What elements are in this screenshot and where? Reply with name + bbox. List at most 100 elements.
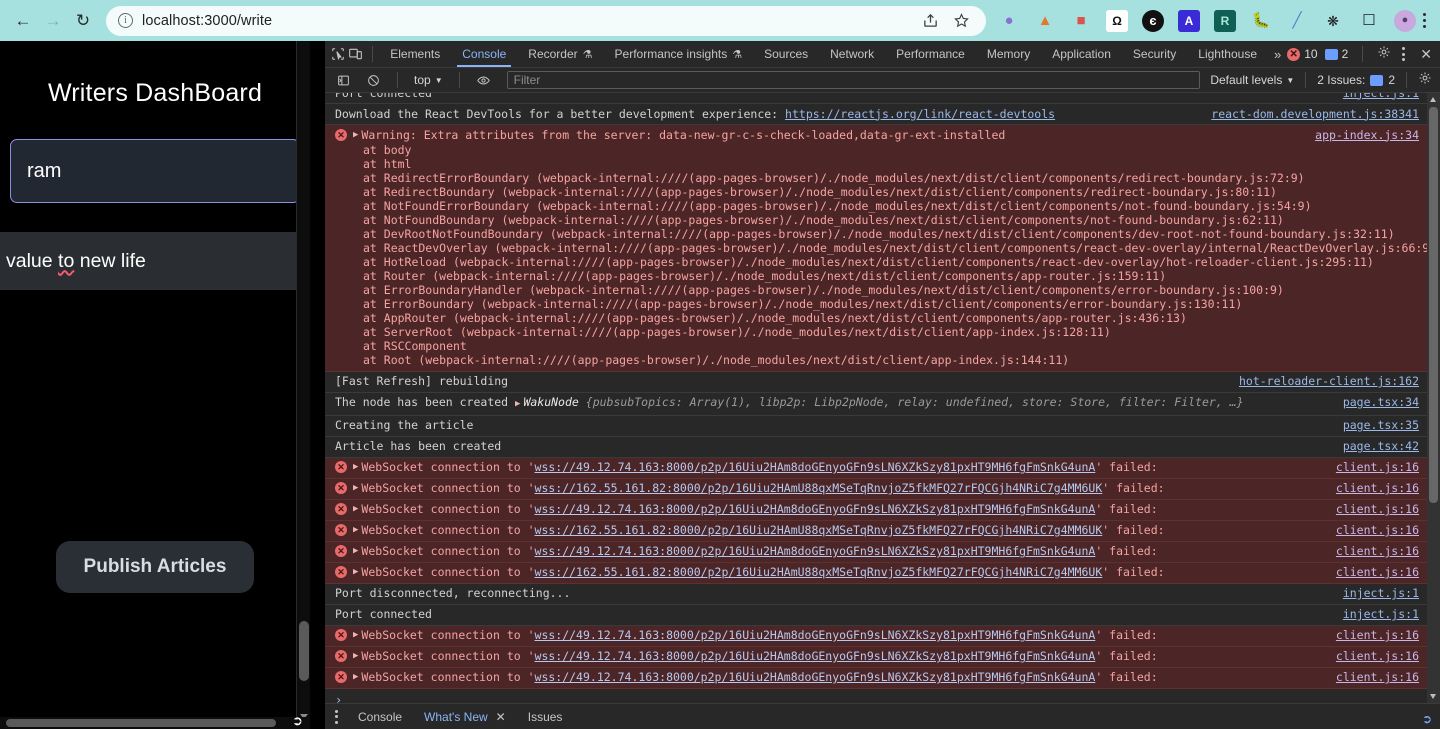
console-source-link[interactable]: hot-reloader-client.js:162 <box>1239 374 1419 389</box>
device-toolbar-icon[interactable] <box>347 42 365 66</box>
console-row[interactable]: Download the React DevTools for a better… <box>325 104 1427 125</box>
websocket-url[interactable]: wss://49.12.74.163:8000/p2p/16Uiu2HAm8do… <box>535 544 1096 558</box>
console-scrollbar[interactable] <box>1427 93 1440 703</box>
console-source-link[interactable]: client.js:16 <box>1336 565 1419 580</box>
console-row-error[interactable]: ✕ ▶ WebSocket connection to 'wss://162.5… <box>325 520 1427 542</box>
expand-triangle-icon[interactable]: ▶ <box>353 502 358 517</box>
tab-memory[interactable]: Memory <box>976 41 1041 67</box>
tab-performance[interactable]: Performance <box>885 41 976 67</box>
expand-triangle-icon[interactable]: ▶ <box>353 544 358 559</box>
error-count-badge[interactable]: ✕ 10 <box>1287 47 1318 61</box>
context-selector[interactable]: top ▼ <box>409 73 448 87</box>
extension-adblock-icon[interactable]: є <box>1142 9 1164 32</box>
console-source-link[interactable]: client.js:16 <box>1336 502 1419 517</box>
extension-bug-icon[interactable]: 🐛 <box>1250 10 1272 32</box>
expand-triangle-icon[interactable]: ▶ <box>515 399 520 409</box>
expand-triangle-icon[interactable]: ▶ <box>353 128 358 143</box>
console-source-link[interactable]: inject.js:1 <box>1343 607 1419 622</box>
console-row[interactable]: [Fast Refresh] rebuilding hot-reloader-c… <box>325 372 1427 393</box>
console-row[interactable]: Port disconnected, reconnecting... injec… <box>325 584 1427 605</box>
tab-elements[interactable]: Elements <box>379 41 451 67</box>
console-row-error[interactable]: ✕ ▶ WebSocket connection to 'wss://49.12… <box>325 541 1427 563</box>
console-row-error[interactable]: ✕ ▶ WebSocket connection to 'wss://49.12… <box>325 667 1427 689</box>
console-source-link[interactable]: app-index.js:34 <box>1315 128 1419 143</box>
expand-triangle-icon[interactable]: ▶ <box>353 460 358 475</box>
issues-indicator[interactable]: 2 Issues: 2 <box>1317 73 1395 87</box>
extension-eyedropper-icon[interactable]: ╱ <box>1286 10 1308 32</box>
article-body-editor[interactable]: value to new life <box>0 232 310 290</box>
websocket-url[interactable]: wss://162.55.161.82:8000/p2p/16Uiu2HAmU8… <box>535 565 1103 579</box>
tab-sources[interactable]: Sources <box>753 41 819 67</box>
console-source-link[interactable]: client.js:16 <box>1336 544 1419 559</box>
websocket-url[interactable]: wss://49.12.74.163:8000/p2p/16Uiu2HAm8do… <box>535 502 1096 516</box>
clear-console-icon[interactable] <box>360 68 386 92</box>
expand-triangle-icon[interactable]: ▶ <box>353 523 358 538</box>
console-row-error[interactable]: ✕ ▶ WebSocket connection to 'wss://49.12… <box>325 625 1427 647</box>
article-title-input[interactable]: ram <box>10 139 300 203</box>
console-source-link[interactable]: page.tsx:42 <box>1343 439 1419 454</box>
reload-button[interactable]: ↻ <box>68 6 98 36</box>
console-sidebar-icon[interactable] <box>330 68 356 92</box>
console-source-link[interactable]: client.js:16 <box>1336 481 1419 496</box>
drawer-tab-issues[interactable]: Issues <box>518 710 573 724</box>
websocket-url[interactable]: wss://162.55.161.82:8000/p2p/16Uiu2HAmU8… <box>535 481 1103 495</box>
expand-triangle-icon[interactable]: ▶ <box>353 649 358 664</box>
back-button[interactable]: ← <box>8 6 38 36</box>
page-vertical-scrollbar[interactable] <box>296 41 310 729</box>
page-horizontal-scroll-thumb[interactable] <box>6 719 276 727</box>
extension-purple-leaf-icon[interactable]: ● <box>998 10 1020 32</box>
console-row-error[interactable]: ✕ ▶ WebSocket connection to 'wss://49.12… <box>325 499 1427 521</box>
console-source-link[interactable]: client.js:16 <box>1336 628 1419 643</box>
browser-menu-icon[interactable] <box>1416 13 1432 28</box>
tab-console[interactable]: Console <box>451 41 517 67</box>
page-horizontal-scrollbar[interactable] <box>0 717 310 729</box>
console-source-link[interactable]: client.js:16 <box>1336 460 1419 475</box>
scroll-up-arrow-icon[interactable] <box>1430 97 1436 102</box>
tab-security[interactable]: Security <box>1122 41 1187 67</box>
console-source-link[interactable]: inject.js:1 <box>1343 586 1419 601</box>
share-icon[interactable] <box>922 12 939 29</box>
inspect-element-icon[interactable] <box>329 42 347 66</box>
console-row[interactable]: Creating the article page.tsx:35 <box>325 416 1427 437</box>
websocket-url[interactable]: wss://49.12.74.163:8000/p2p/16Uiu2HAm8do… <box>535 670 1096 684</box>
tab-lighthouse[interactable]: Lighthouse <box>1187 41 1268 67</box>
console-source-link[interactable]: page.tsx:35 <box>1343 418 1419 433</box>
tab-recorder[interactable]: Recorder ⚗ <box>517 41 603 67</box>
console-row-error[interactable]: ✕ ▶ WebSocket connection to 'wss://162.5… <box>325 478 1427 500</box>
websocket-url[interactable]: wss://49.12.74.163:8000/p2p/16Uiu2HAm8do… <box>535 649 1096 663</box>
devtools-menu-icon[interactable] <box>1398 47 1413 61</box>
extension-backpack-icon[interactable]: ■ <box>1070 10 1092 32</box>
extension-omega-icon[interactable]: Ω <box>1106 9 1128 32</box>
console-settings-gear-icon[interactable] <box>1418 71 1440 90</box>
console-row-error[interactable]: ✕ ▶ WebSocket connection to 'wss://49.12… <box>325 457 1427 479</box>
extension-fox-icon[interactable]: ▲ <box>1034 10 1056 32</box>
console-row-error[interactable]: ✕ ▶ WebSocket connection to 'wss://162.5… <box>325 562 1427 584</box>
console-row-error[interactable]: ✕ ▶ WebSocket connection to 'wss://49.12… <box>325 646 1427 668</box>
console-source-link[interactable]: client.js:16 <box>1336 670 1419 685</box>
close-icon[interactable]: ✕ <box>496 710 506 724</box>
react-devtools-link[interactable]: https://reactjs.org/link/react-devtools <box>785 107 1055 121</box>
tab-application[interactable]: Application <box>1041 41 1122 67</box>
more-tabs-icon[interactable]: » <box>1268 47 1287 62</box>
publish-articles-button[interactable]: Publish Articles <box>55 541 255 593</box>
address-bar[interactable]: i localhost:3000/write <box>106 5 986 36</box>
profile-avatar[interactable]: ● <box>1394 9 1416 32</box>
expand-triangle-icon[interactable]: ▶ <box>353 481 358 496</box>
expand-triangle-icon[interactable]: ▶ <box>353 628 358 643</box>
side-panel-icon[interactable]: ☐ <box>1358 10 1380 32</box>
tab-network[interactable]: Network <box>819 41 885 67</box>
console-filter-input[interactable]: Filter <box>506 71 1201 89</box>
message-count-badge[interactable]: 2 <box>1324 47 1348 61</box>
log-levels-selector[interactable]: Default levels ▼ <box>1210 73 1294 87</box>
console-source-link[interactable]: page.tsx:34 <box>1343 395 1419 410</box>
tab-performance-insights[interactable]: Performance insights ⚗ <box>604 41 754 67</box>
drawer-menu-icon[interactable] <box>331 709 346 724</box>
console-row[interactable]: Port connected inject.js:1 <box>325 93 1427 104</box>
drawer-tab-console[interactable]: Console <box>348 710 412 724</box>
live-expression-eye-icon[interactable] <box>471 68 497 92</box>
expand-triangle-icon[interactable]: ▶ <box>353 565 358 580</box>
console-row[interactable]: Port connected inject.js:1 <box>325 605 1427 626</box>
websocket-url[interactable]: wss://162.55.161.82:8000/p2p/16Uiu2HAmU8… <box>535 523 1103 537</box>
gear-icon[interactable] <box>1377 45 1391 64</box>
console-source-link[interactable]: inject.js:1 <box>1343 93 1419 101</box>
